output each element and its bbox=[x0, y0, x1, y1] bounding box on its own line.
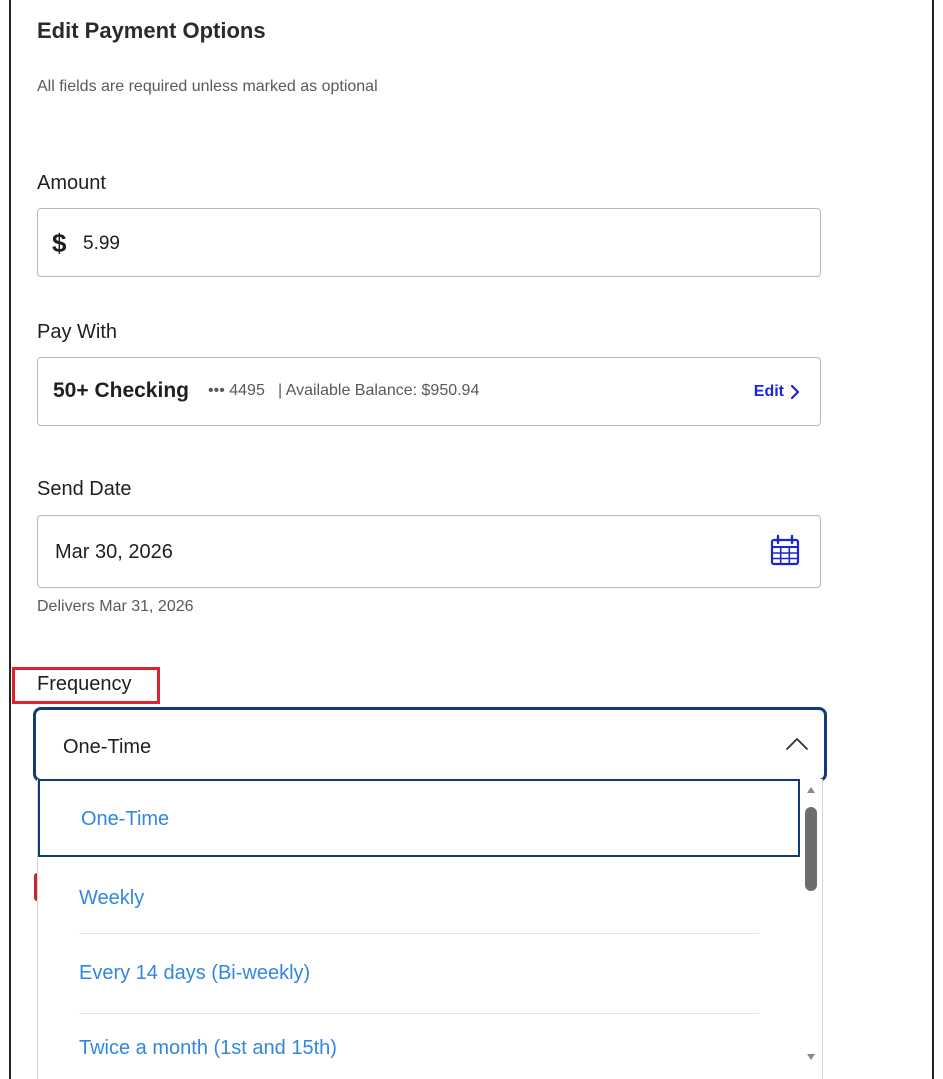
scroll-down-arrow-icon[interactable] bbox=[807, 1054, 815, 1060]
pay-with-field[interactable]: 50+ Checking ••• 4495 | Available Balanc… bbox=[37, 357, 821, 426]
scrollbar-thumb[interactable] bbox=[805, 807, 817, 891]
frequency-dropdown-list: One-Time Weekly Every 14 days (Bi-weekly… bbox=[37, 779, 823, 1079]
send-date-field[interactable]: Mar 30, 2026 bbox=[37, 515, 821, 588]
scroll-up-arrow-icon[interactable] bbox=[807, 787, 815, 793]
frequency-value: One-Time bbox=[63, 736, 152, 758]
frequency-label: Frequency bbox=[37, 673, 132, 695]
frequency-option-label: Weekly bbox=[79, 887, 145, 909]
send-date-label: Send Date bbox=[37, 478, 132, 500]
frequency-option-label: Twice a month (1st and 15th) bbox=[79, 1037, 337, 1059]
pay-with-label: Pay With bbox=[37, 321, 118, 343]
frequency-option-label: Every 14 days (Bi-weekly) bbox=[79, 962, 311, 984]
currency-symbol: $ bbox=[52, 228, 67, 258]
page-subtitle: All fields are required unless marked as… bbox=[37, 78, 378, 95]
chevron-up-icon[interactable] bbox=[784, 735, 810, 753]
account-balance: | Available Balance: $950.94 bbox=[278, 382, 480, 399]
page-title: Edit Payment Options bbox=[37, 18, 266, 43]
frame-border-right bbox=[932, 0, 934, 1079]
frequency-option-twice-monthly[interactable]: Twice a month (1st and 15th) bbox=[38, 1013, 800, 1079]
amount-label: Amount bbox=[37, 172, 106, 194]
amount-value[interactable]: 5.99 bbox=[83, 233, 120, 255]
amount-field[interactable]: $ 5.99 bbox=[37, 208, 821, 277]
edit-account-label: Edit bbox=[753, 383, 784, 400]
edit-account-button[interactable]: Edit bbox=[754, 383, 800, 401]
account-name: 50+ Checking bbox=[53, 379, 189, 402]
frequency-select[interactable]: One-Time bbox=[33, 707, 827, 782]
chevron-right-icon bbox=[790, 384, 800, 400]
delivery-date-text: Delivers Mar 31, 2026 bbox=[37, 598, 194, 615]
frame-border-left bbox=[9, 0, 11, 1079]
send-date-value[interactable]: Mar 30, 2026 bbox=[55, 541, 173, 564]
option-divider bbox=[79, 933, 759, 934]
account-mask: ••• 4495 bbox=[208, 382, 265, 399]
frequency-option-weekly[interactable]: Weekly bbox=[38, 857, 800, 935]
frequency-option-one-time[interactable]: One-Time bbox=[38, 779, 800, 857]
frequency-option-bi-weekly[interactable]: Every 14 days (Bi-weekly) bbox=[38, 935, 800, 1013]
dropdown-scrollbar[interactable] bbox=[800, 779, 822, 1079]
calendar-icon[interactable] bbox=[767, 533, 803, 569]
frequency-option-label: One-Time bbox=[81, 808, 170, 830]
